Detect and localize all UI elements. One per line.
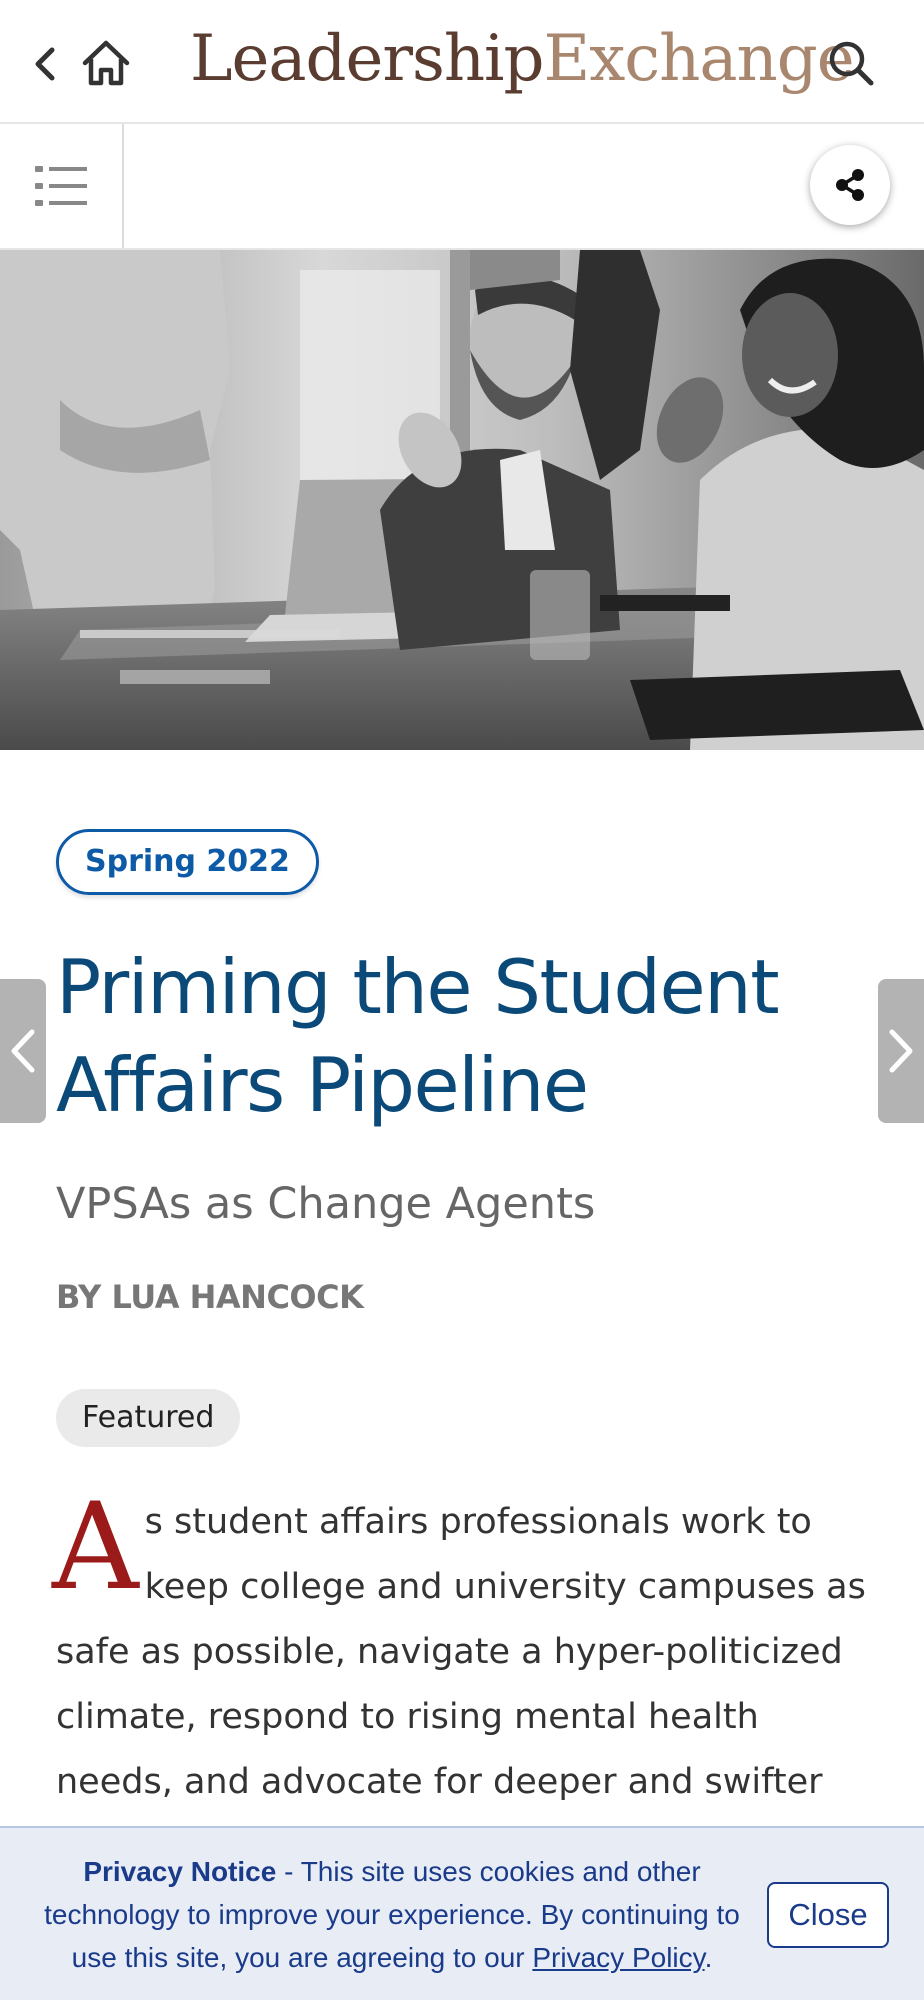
chevron-right-icon [889, 1029, 913, 1073]
featured-tag[interactable]: Featured [56, 1389, 241, 1447]
privacy-notice-heading: Privacy Notice [83, 1856, 277, 1887]
search-button[interactable] [826, 38, 876, 88]
logo-text-exchange: Exchange [543, 22, 854, 96]
drop-cap: A [52, 1478, 139, 1617]
home-icon [82, 40, 130, 86]
next-article-button[interactable] [878, 979, 924, 1123]
chevron-left-icon [11, 1029, 35, 1073]
site-logo[interactable]: LeadershipExchange [190, 14, 855, 104]
table-of-contents-button[interactable] [0, 124, 124, 248]
top-bar: LeadershipExchange [0, 0, 924, 124]
share-icon [836, 169, 864, 201]
article-toolbar [0, 124, 924, 250]
search-icon [829, 41, 874, 86]
article-subtitle: VPSAs as Change Agents [56, 1179, 596, 1229]
article-body-text: s student affairs professionals work to … [56, 1502, 866, 1867]
previous-article-button[interactable] [0, 979, 46, 1123]
privacy-notice-end: . [704, 1942, 713, 1973]
share-button[interactable] [810, 145, 890, 225]
back-icon [35, 47, 55, 81]
article-body: As student affairs professionals work to… [52, 1488, 876, 1880]
issue-badge[interactable]: Spring 2022 [56, 829, 319, 895]
logo-text-leadership: Leadership [190, 22, 544, 96]
back-button[interactable] [28, 40, 64, 88]
privacy-notice-text: Privacy Notice - This site uses cookies … [42, 1850, 742, 1979]
list-menu-icon [35, 166, 87, 206]
home-button[interactable] [80, 38, 132, 88]
privacy-policy-link[interactable]: Privacy Policy [532, 1942, 704, 1973]
article-title: Priming the Student Affairs Pipeline [56, 943, 780, 1129]
privacy-notice-banner: Privacy Notice - This site uses cookies … [0, 1826, 924, 2000]
article-byline: BY LUA HANCOCK [56, 1278, 364, 1316]
close-privacy-button[interactable]: Close [767, 1882, 889, 1948]
hero-image [0, 250, 924, 750]
